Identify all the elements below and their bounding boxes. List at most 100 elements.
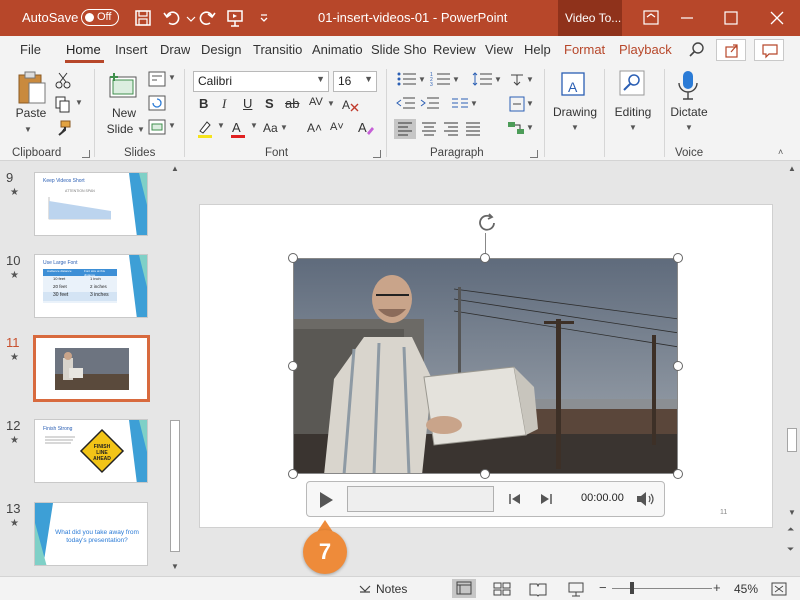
rotate-handle-icon[interactable] <box>476 212 498 234</box>
resize-handle-top-right[interactable] <box>673 253 683 263</box>
increase-font-size-icon[interactable]: A˄ <box>307 121 322 135</box>
move-back-icon[interactable] <box>508 492 522 506</box>
zoom-out-icon[interactable]: − <box>599 580 607 595</box>
copy-icon[interactable] <box>54 95 72 113</box>
reset-icon[interactable] <box>148 95 166 111</box>
tab-help[interactable]: Help <box>524 42 551 57</box>
video-frame[interactable] <box>293 258 678 474</box>
justify-icon[interactable] <box>462 119 484 139</box>
slide-thumbnail-12[interactable]: Finish Strong FINISH LINE AHEAD <box>34 419 148 483</box>
normal-view-button[interactable] <box>452 579 476 598</box>
section-dropdown-icon[interactable]: ▼ <box>168 121 176 130</box>
increase-indent-icon[interactable] <box>420 95 440 111</box>
tab-review[interactable]: Review <box>433 42 476 57</box>
zoom-slider-track[interactable] <box>612 588 712 589</box>
slide-sorter-icon[interactable] <box>492 581 512 597</box>
reading-view-icon[interactable] <box>528 581 548 597</box>
play-icon[interactable] <box>317 490 335 510</box>
clear-formatting-icon[interactable]: A <box>340 97 360 113</box>
tab-design[interactable]: Design <box>201 42 241 57</box>
clear-all-formatting-icon[interactable]: A <box>357 119 375 137</box>
search-icon[interactable] <box>688 41 706 59</box>
tab-playback[interactable]: Playback <box>619 42 672 57</box>
layout-dropdown-icon[interactable]: ▼ <box>168 73 176 82</box>
text-direction-dropdown-icon[interactable]: ▼ <box>526 75 534 84</box>
resize-handle-right[interactable] <box>673 361 683 371</box>
tab-animations[interactable]: Animatio <box>312 42 364 57</box>
resize-handle-left[interactable] <box>288 361 298 371</box>
drawing-label[interactable]: Drawing <box>550 105 600 120</box>
highlight-icon[interactable] <box>196 119 214 139</box>
format-painter-icon[interactable] <box>54 119 72 137</box>
line-spacing-icon[interactable] <box>472 71 494 87</box>
columns-dropdown-icon[interactable]: ▼ <box>470 99 478 108</box>
editing-label[interactable]: Editing <box>610 105 656 120</box>
font-launcher-icon[interactable] <box>373 150 381 158</box>
save-icon[interactable] <box>133 8 153 28</box>
slide-thumbnail-9[interactable]: Keep Videos Short ATTENTION SPAN <box>34 172 148 236</box>
editing-dropdown-icon[interactable]: ▼ <box>629 123 637 132</box>
paste-dropdown-icon[interactable]: ▼ <box>24 125 32 134</box>
microphone-icon[interactable] <box>676 69 700 103</box>
paragraph-launcher-icon[interactable] <box>530 150 538 158</box>
character-spacing-dropdown-icon[interactable]: ▼ <box>327 99 335 108</box>
font-size-dropdown-icon[interactable]: ▼ <box>364 74 373 84</box>
resize-handle-bottom-left[interactable] <box>288 469 298 479</box>
character-spacing-icon[interactable]: AV <box>309 96 323 108</box>
section-icon[interactable] <box>148 119 166 135</box>
slide-thumbnail-10[interactable]: Use Large Font Audience distance Font siz… <box>34 254 148 318</box>
font-name-dropdown-icon[interactable]: ▼ <box>316 74 325 84</box>
tab-home[interactable]: Home <box>66 42 101 57</box>
change-case-icon[interactable]: Aa <box>263 121 278 135</box>
numbering-icon[interactable]: 123 <box>430 71 452 87</box>
slide-scrollbar[interactable]: ▲ ▼ ⏶ ⏷ <box>784 162 800 576</box>
scrollbar-thumb[interactable] <box>787 428 797 452</box>
notes-button[interactable]: Notes <box>376 582 407 596</box>
scroll-down-icon[interactable]: ▼ <box>788 508 796 517</box>
highlight-dropdown-icon[interactable]: ▼ <box>217 121 225 130</box>
customize-toolbar-icon[interactable] <box>254 8 274 28</box>
dictate-label[interactable]: Dictate <box>666 105 712 120</box>
font-color-icon[interactable]: A <box>229 119 247 139</box>
zoom-level[interactable]: 45% <box>734 582 758 596</box>
shadow-icon[interactable]: S <box>265 96 274 111</box>
minimize-icon[interactable] <box>664 0 710 36</box>
tab-insert[interactable]: Insert <box>115 42 148 57</box>
align-text-icon[interactable] <box>508 95 526 113</box>
resize-handle-top[interactable] <box>480 253 490 263</box>
drawing-dropdown-icon[interactable]: ▼ <box>571 123 579 132</box>
resize-handle-top-left[interactable] <box>288 253 298 263</box>
present-from-beginning-icon[interactable] <box>225 8 245 28</box>
resize-handle-bottom-right[interactable] <box>673 469 683 479</box>
video-timeline[interactable] <box>347 486 494 512</box>
font-name-combobox[interactable]: Calibri ▼ <box>193 71 329 92</box>
new-slide-label-1[interactable]: New <box>102 106 146 121</box>
font-size-combobox[interactable]: 16 ▼ <box>333 71 377 92</box>
collapse-ribbon-icon[interactable]: ˄ <box>778 147 783 157</box>
bullets-dropdown-icon[interactable]: ▼ <box>418 75 426 84</box>
align-center-icon[interactable] <box>418 119 440 139</box>
scroll-up-icon[interactable]: ▲ <box>788 164 796 173</box>
paste-label[interactable]: Paste <box>14 106 48 121</box>
numbering-dropdown-icon[interactable]: ▼ <box>452 75 460 84</box>
tab-format[interactable]: Format <box>564 42 605 57</box>
font-color-dropdown-icon[interactable]: ▼ <box>250 121 258 130</box>
layout-icon[interactable] <box>148 71 166 87</box>
line-spacing-dropdown-icon[interactable]: ▼ <box>494 75 502 84</box>
underline-icon[interactable]: U <box>243 96 252 111</box>
fit-to-window-icon[interactable] <box>770 581 788 597</box>
align-text-dropdown-icon[interactable]: ▼ <box>526 99 534 108</box>
smartart-dropdown-icon[interactable]: ▼ <box>526 123 534 132</box>
next-slide-icon[interactable]: ⏷ <box>787 544 794 555</box>
redo-icon[interactable] <box>197 8 217 28</box>
scroll-up-icon[interactable]: ▲ <box>171 164 179 173</box>
dictate-dropdown-icon[interactable]: ▼ <box>685 123 693 132</box>
italic-icon[interactable]: I <box>222 96 226 112</box>
scrollbar-thumb[interactable] <box>170 420 180 552</box>
comments-button[interactable] <box>754 39 784 61</box>
maximize-icon[interactable] <box>708 0 754 36</box>
slide-show-icon[interactable] <box>566 581 586 597</box>
text-direction-icon[interactable] <box>508 71 526 89</box>
undo-icon[interactable] <box>162 8 182 28</box>
tab-view[interactable]: View <box>485 42 513 57</box>
